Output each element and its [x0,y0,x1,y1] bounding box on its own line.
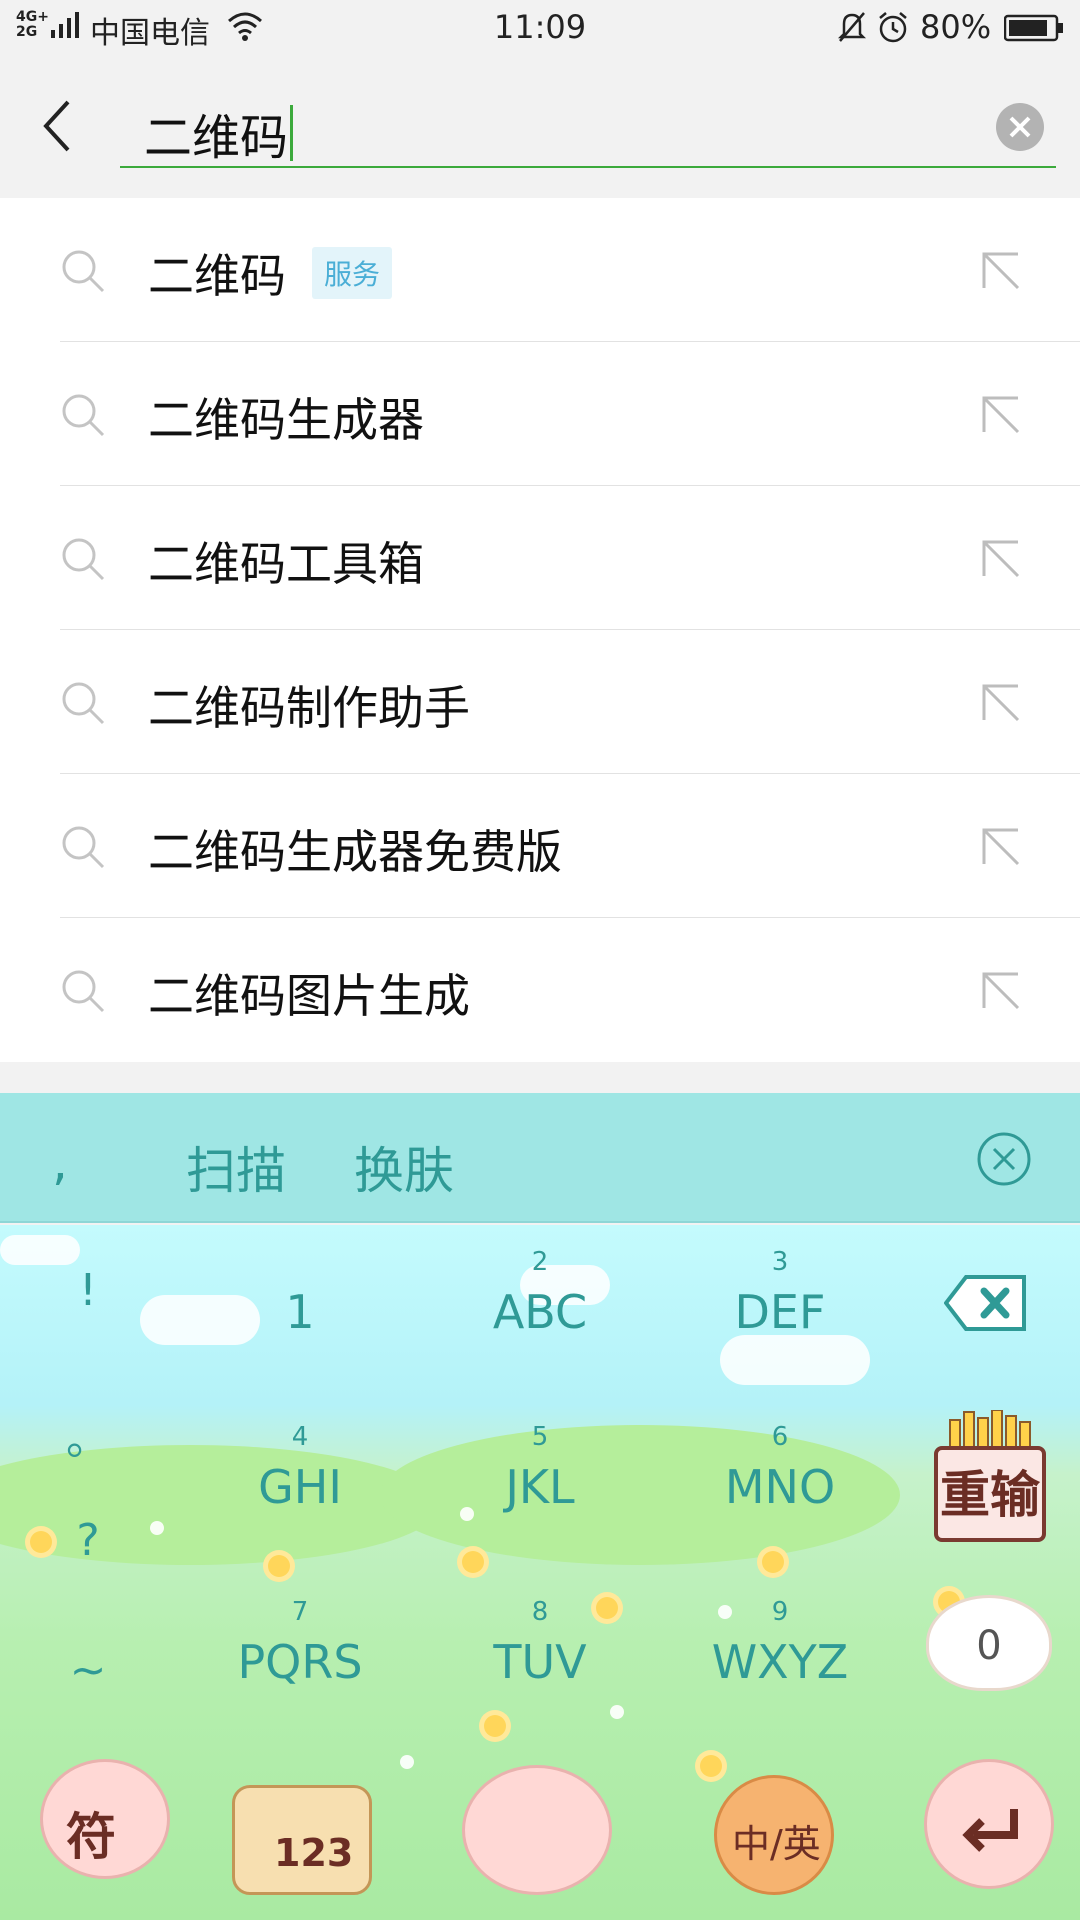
punct-key-period[interactable]: 。 [60,1403,116,1467]
enter-arrow-icon [962,1809,1018,1852]
back-arrow-icon[interactable] [36,96,80,156]
list-item[interactable]: 二维码 服务 [0,198,1080,342]
key-number: 7 [291,1597,309,1627]
fill-query-arrow-icon[interactable] [978,536,1024,582]
battery-icon [1004,14,1063,42]
delete-key-icon[interactable] [944,1273,1028,1333]
bell-muted-icon [837,12,867,42]
fill-query-arrow-icon[interactable] [978,968,1024,1014]
key-7[interactable]: 7 PQRS [200,1575,400,1705]
key-3[interactable]: 3 DEF [680,1225,880,1355]
flower-decoration [30,1531,52,1553]
key-letters: PQRS [237,1635,363,1689]
key-6[interactable]: 6 MNO [680,1400,880,1530]
flower-decoration [762,1551,784,1573]
key-letters: DEF [734,1285,826,1339]
key-9[interactable]: 9 WXYZ [680,1575,880,1705]
retype-key[interactable]: 重输 [920,1410,1060,1550]
ime-keyboard: ! 。 ? ~ 1 2 ABC 3 DEF 4 GHI 5 JKL 6 MNO … [0,1225,1080,1920]
flower-decoration [268,1555,290,1577]
dot-decoration [400,1755,414,1769]
ime-candidate-bar: , 扫描 换肤 [0,1093,1080,1223]
key-number: 5 [531,1422,549,1452]
punct-key-question[interactable]: ? [60,1515,116,1566]
search-icon [62,250,105,293]
key-number: 4 [291,1422,309,1452]
flower-decoration [484,1715,506,1737]
suggestion-text: 二维码 [148,249,286,303]
search-icon [62,970,105,1013]
suggestion-text: 二维码生成器免费版 [148,825,562,879]
punct-key-exclaim[interactable]: ! [60,1265,116,1316]
search-icon [62,682,105,725]
language-switch-key[interactable]: 中/英 [714,1745,864,1905]
key-letters: WXYZ [711,1635,849,1689]
battery-percent: 80% [920,8,992,46]
candidate-skin[interactable]: 换肤 [354,1131,454,1203]
list-item[interactable]: 二维码制作助手 [0,630,1080,774]
key-number: 6 [771,1422,789,1452]
fill-query-arrow-icon[interactable] [978,392,1024,438]
key-2[interactable]: 2 ABC [440,1225,640,1355]
punct-key-tilde[interactable]: ~ [60,1645,116,1696]
search-icon [62,538,105,581]
key-letters: ABC [492,1285,588,1339]
key-number: 2 [531,1247,549,1277]
suggestion-text: 二维码图片生成 [148,969,470,1023]
key-letters: GHI [258,1460,342,1514]
status-bar: 4G+ 2G 中国电信 11:09 80% [0,0,1080,56]
suggestion-text: 二维码制作助手 [148,681,470,735]
search-header: 二维码 [0,56,1080,198]
search-icon [62,826,105,869]
numeric-label: 123 [274,1831,354,1875]
suggestion-text: 二维码工具箱 [148,537,424,591]
key-letters: MNO [724,1460,836,1514]
search-query-text: 二维码 [144,110,289,166]
retype-label: 重输 [934,1446,1046,1542]
text-cursor [290,105,294,161]
search-input[interactable]: 二维码 [120,86,1056,168]
list-item[interactable]: 二维码生成器免费版 [0,774,1080,918]
key-4[interactable]: 4 GHI [200,1400,400,1530]
search-icon [62,394,105,437]
list-item[interactable]: 二维码图片生成 [0,918,1080,1062]
service-badge: 服务 [312,247,393,299]
key-letters: JKL [505,1460,575,1514]
clock: 11:09 [493,8,587,46]
dot-decoration [150,1521,164,1535]
list-item[interactable]: 二维码生成器 [0,342,1080,486]
key-letters: TUV [493,1635,587,1689]
zero-key[interactable]: 0 [926,1595,1052,1691]
symbol-key[interactable]: 符 [30,1745,180,1905]
alarm-icon [879,12,907,43]
numeric-keyboard-key[interactable]: 123 [232,1745,382,1905]
key-8[interactable]: 8 TUV [440,1575,640,1705]
key-letters: 1 [285,1285,315,1339]
candidate-scan[interactable]: 扫描 [186,1131,286,1203]
enter-key[interactable] [920,1745,1060,1905]
suggestion-list: 二维码 服务 二维码生成器 二维码工具箱 二维码制作助手 二维码生成器免费版 二维… [0,198,1080,1062]
key-number: 3 [771,1247,789,1277]
space-key[interactable] [452,1745,632,1905]
list-item[interactable]: 二维码工具箱 [0,486,1080,630]
clear-icon[interactable] [995,102,1045,152]
candidate-comma[interactable]: , [52,1133,68,1191]
fill-query-arrow-icon[interactable] [978,824,1024,870]
pig-sleeping-icon [462,1765,612,1895]
key-number: 9 [771,1597,789,1627]
key-5[interactable]: 5 JKL [440,1400,640,1530]
flower-decoration [462,1551,484,1573]
symbol-label: 符 [66,1808,116,1866]
fill-query-arrow-icon[interactable] [978,680,1024,726]
fill-query-arrow-icon[interactable] [978,248,1024,294]
language-label: 中/英 [732,1822,821,1866]
close-circle-icon[interactable] [976,1131,1032,1187]
cloud-decoration [0,1235,80,1265]
key-number: 8 [531,1597,549,1627]
key-1[interactable]: 1 [200,1225,400,1355]
suggestion-text: 二维码生成器 [148,393,424,447]
dot-decoration [610,1705,624,1719]
